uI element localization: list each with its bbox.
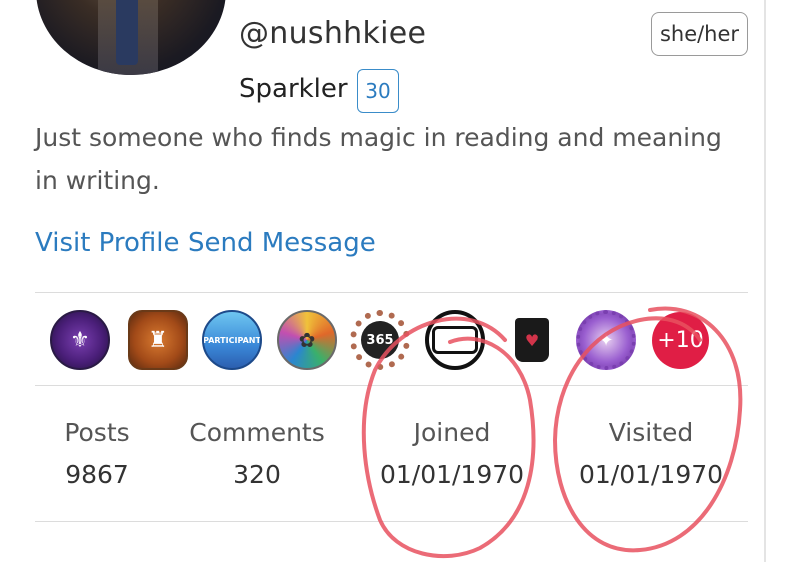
wreath-icon: ✿ [298,328,316,352]
stat-posts-label: Posts [64,418,130,447]
bag-heart-icon: ♥ [515,318,549,362]
participant-label: PARTICIPANT [203,335,261,345]
dark-bag-badge[interactable]: ♥ [502,310,562,370]
avatar-stole [116,0,138,65]
more-badges-button[interactable]: +10 [652,312,709,369]
stat-joined-label: Joined [413,418,491,447]
purple-gear-badge[interactable]: ✦ [576,310,636,370]
divider-top [35,292,748,293]
365-label: 365 [361,321,399,359]
circle-ring-badge[interactable] [425,310,485,370]
emblem-icon: ⚜ [70,327,90,353]
send-message-link[interactable]: Send Message [188,228,376,258]
divider-middle [35,385,748,386]
visit-profile-link[interactable]: Visit Profile [35,228,180,258]
purple-emblem-badge[interactable]: ⚜ [50,310,110,370]
stat-comments-value: 320 [233,460,281,489]
crest-icon: ♜ [148,327,168,353]
stat-joined-value: 01/01/1970 [379,460,525,489]
orange-crest-badge[interactable]: ♜ [128,310,188,370]
pronoun-badge: she/her [651,12,748,56]
stat-visited-label: Visited [608,418,694,447]
username-handle: @nushhkiee [239,16,427,51]
rank-number-badge: 30 [357,69,399,113]
gear-icon: ✦ [598,329,614,351]
stat-comments-label: Comments [189,418,325,447]
365-badge[interactable]: 365 [350,310,410,370]
profile-card: @nushhkiee she/her Sparkler 30 Just some… [0,0,766,562]
divider-bottom [35,521,748,522]
colorful-wreath-badge[interactable]: ✿ [277,310,337,370]
rank-name: Sparkler [239,74,348,104]
stat-posts-value: 9867 [65,460,129,489]
stat-visited-value: 01/01/1970 [578,460,724,489]
bio-text: Just someone who finds magic in reading … [35,123,722,195]
ring-icon [432,326,478,354]
participant-rainbow-badge[interactable]: PARTICIPANT [202,310,262,370]
